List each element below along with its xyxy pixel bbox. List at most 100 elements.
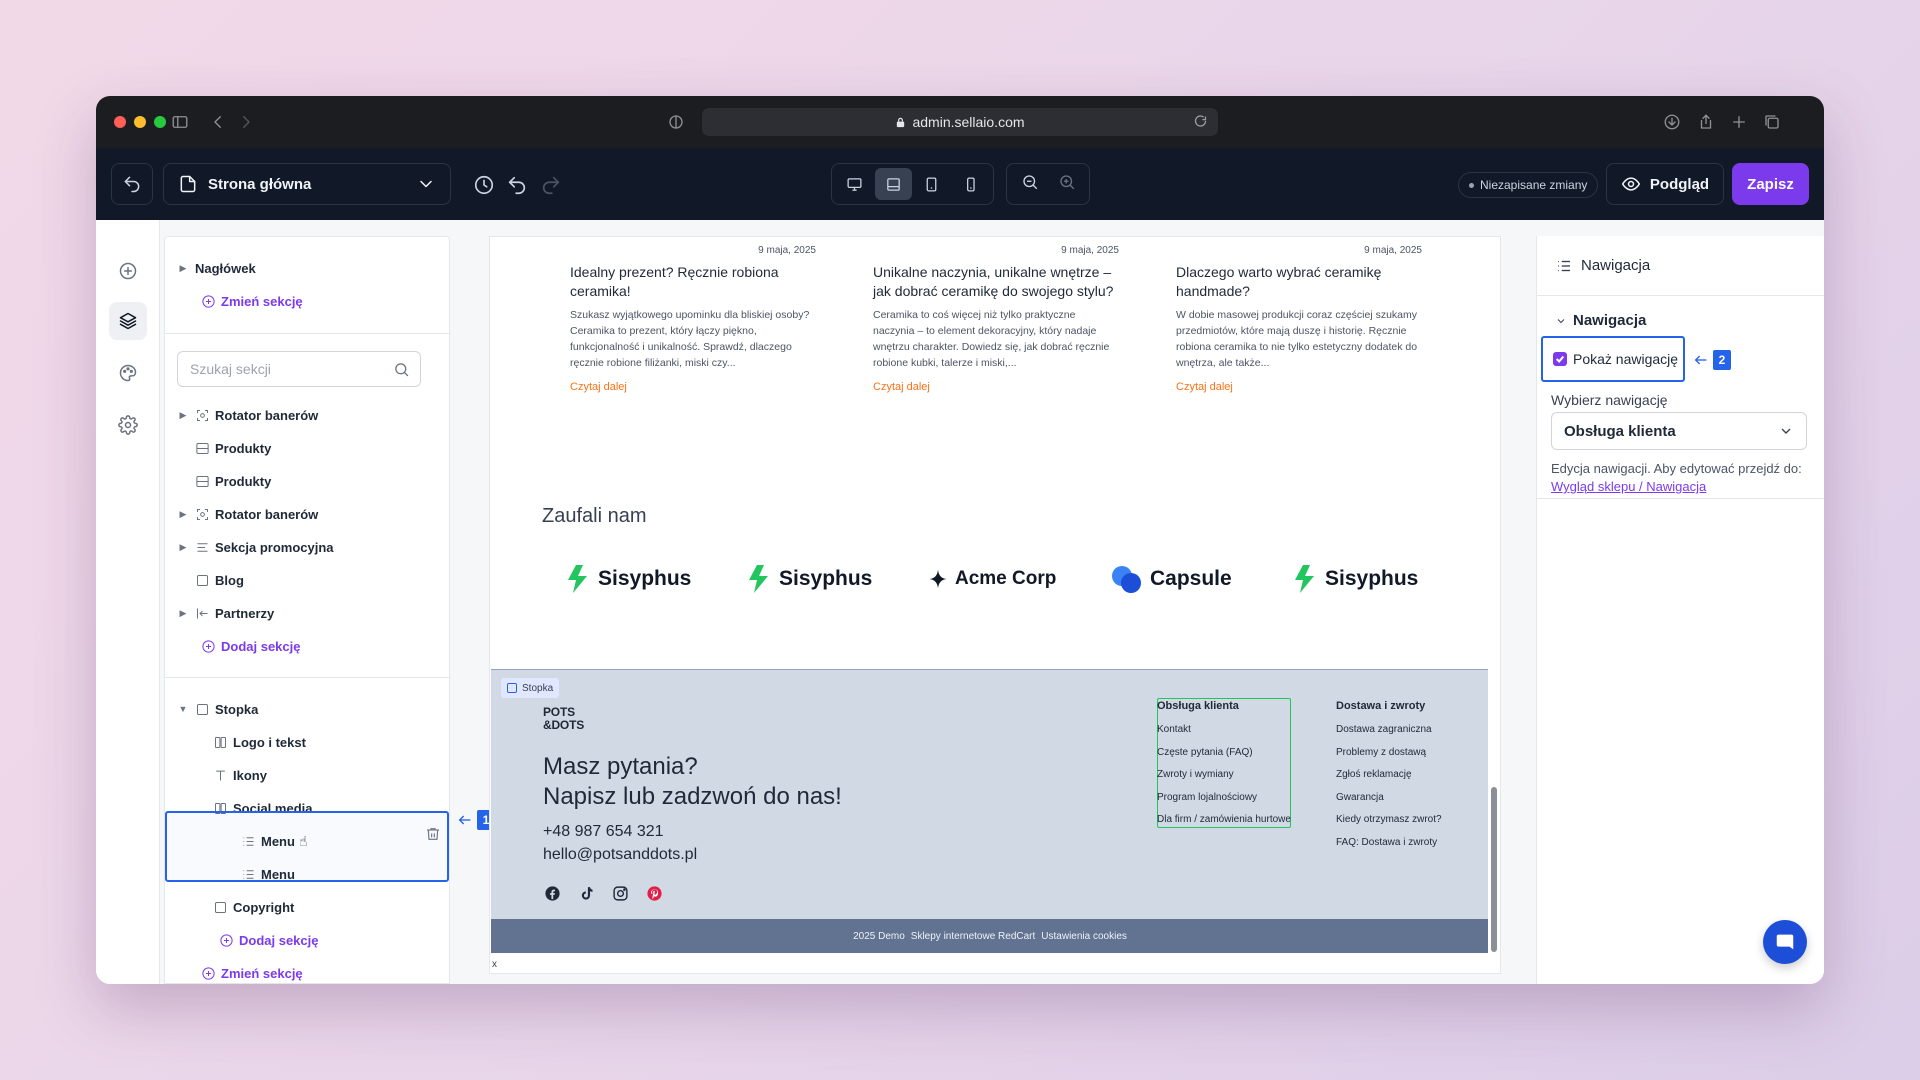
footer-link[interactable]: Dostawa zagraniczna bbox=[1336, 724, 1442, 747]
footer-link[interactable]: Kiedy otrzymasz zwrot? bbox=[1336, 814, 1442, 837]
post-title[interactable]: Idealny prezent? Ręcznie robiona ceramik… bbox=[570, 263, 816, 301]
tree-item-promo-section[interactable]: ▶ Sekcja promocyjna bbox=[177, 532, 334, 562]
scroll-thumb[interactable] bbox=[1491, 787, 1497, 952]
sidebar-toggle-icon[interactable] bbox=[168, 110, 192, 134]
zoom-out-icon[interactable] bbox=[1021, 173, 1039, 196]
add-section-link-footer[interactable]: Dodaj sekcję bbox=[213, 925, 319, 955]
minimize-window-button[interactable] bbox=[134, 116, 146, 128]
read-more-link[interactable]: Czytaj dalej bbox=[1176, 381, 1422, 393]
checkbox-label: Pokaż nawigację bbox=[1573, 351, 1679, 367]
change-section-link-footer[interactable]: Zmień sekcję bbox=[195, 958, 303, 984]
new-tab-icon[interactable] bbox=[1727, 110, 1751, 134]
read-more-link[interactable]: Czytaj dalej bbox=[570, 381, 816, 393]
preview-button[interactable]: Podgląd bbox=[1606, 163, 1724, 205]
footer-link[interactable]: Zgłoś reklamację bbox=[1336, 769, 1442, 792]
back-icon[interactable] bbox=[206, 110, 230, 134]
footer-link[interactable]: Problemy z dostawą bbox=[1336, 747, 1442, 770]
facebook-icon[interactable] bbox=[543, 884, 561, 902]
add-section-link[interactable]: Dodaj sekcję bbox=[195, 631, 301, 661]
trash-icon[interactable] bbox=[425, 826, 441, 842]
blog-post-card[interactable]: 9 maja, 2025 Unikalne naczynia, unikalne… bbox=[873, 245, 1119, 393]
exit-editor-button[interactable] bbox=[111, 163, 153, 205]
chat-button[interactable] bbox=[1763, 920, 1807, 964]
laptop-view-icon[interactable] bbox=[874, 168, 912, 200]
navigation-select[interactable]: Obsługa klienta bbox=[1551, 412, 1807, 450]
copyright-link[interactable]: Sklepy internetowe RedCart bbox=[911, 931, 1036, 942]
tree-item-partners[interactable]: ▶ Partnerzy bbox=[177, 598, 275, 628]
tree-item-icons[interactable]: Ikony bbox=[207, 760, 267, 790]
download-icon[interactable] bbox=[1660, 110, 1684, 134]
blog-post-card[interactable]: 9 maja, 2025 Idealny prezent? Ręcznie ro… bbox=[570, 245, 816, 393]
caret-right-icon[interactable]: ▶ bbox=[177, 263, 189, 274]
share-icon[interactable] bbox=[1694, 110, 1718, 134]
footer-link[interactable]: Zwroty i wymiany bbox=[1157, 769, 1291, 792]
footer-link[interactable]: Kontakt bbox=[1157, 724, 1291, 747]
post-title[interactable]: Unikalne naczynia, unikalne wnętrze – ja… bbox=[873, 263, 1119, 301]
zoom-in-icon[interactable] bbox=[1058, 173, 1076, 196]
eye-icon bbox=[1621, 177, 1641, 191]
layers-icon[interactable] bbox=[109, 302, 147, 340]
footer-link[interactable]: Gwarancja bbox=[1336, 792, 1442, 815]
instagram-icon[interactable] bbox=[611, 884, 629, 902]
footer-link[interactable]: Częste pytania (FAQ) bbox=[1157, 747, 1291, 770]
show-navigation-checkbox[interactable]: Pokaż nawigację bbox=[1541, 336, 1685, 382]
palette-icon[interactable] bbox=[109, 354, 147, 392]
blog-post-card[interactable]: 9 maja, 2025 Dlaczego warto wybrać ceram… bbox=[1176, 245, 1422, 393]
footer-link[interactable]: FAQ: Dostawa i zwroty bbox=[1336, 837, 1442, 860]
tree-item-menu-2[interactable]: Menu bbox=[235, 859, 295, 889]
tablet-view-icon[interactable] bbox=[914, 168, 951, 200]
tree-item-products-2[interactable]: Produkty bbox=[189, 466, 271, 496]
history-icon[interactable] bbox=[472, 173, 496, 197]
change-section-link[interactable]: Zmień sekcję bbox=[195, 286, 303, 316]
navigation-settings-link[interactable]: Wygląd sklepu / Nawigacja bbox=[1551, 479, 1706, 494]
page-selector[interactable]: Strona główna bbox=[163, 163, 451, 205]
address-bar[interactable]: admin.sellaio.com bbox=[702, 108, 1218, 136]
footer-section[interactable]: Stopka POTS &DOTS Masz pytania? Napisz lub… bbox=[491, 669, 1489, 952]
caret-down-icon[interactable]: ▼ bbox=[177, 704, 189, 714]
tree-item-blog[interactable]: Blog bbox=[189, 565, 244, 595]
pinterest-icon[interactable] bbox=[645, 884, 663, 902]
tree-item-menu-1[interactable]: Menu ☝ bbox=[235, 826, 307, 856]
close-mark[interactable]: x bbox=[492, 959, 497, 970]
post-date: 9 maja, 2025 bbox=[1061, 245, 1119, 256]
post-title[interactable]: Dlaczego warto wybrać ceramikę handmade? bbox=[1176, 263, 1422, 301]
chevron-down-icon bbox=[420, 180, 432, 188]
footer-link[interactable]: Program lojalnościowy bbox=[1157, 792, 1291, 815]
tree-item-header[interactable]: ▶ Nagłówek bbox=[177, 253, 256, 283]
desktop-view-icon[interactable] bbox=[836, 168, 873, 200]
close-window-button[interactable] bbox=[114, 116, 126, 128]
undo-icon[interactable] bbox=[505, 173, 529, 197]
tree-item-footer[interactable]: ▼ Stopka bbox=[177, 694, 259, 724]
settings-gear-icon[interactable] bbox=[109, 406, 147, 444]
checkbox-checked[interactable] bbox=[1553, 352, 1567, 366]
forward-icon[interactable] bbox=[234, 110, 258, 134]
tabs-overview-icon[interactable] bbox=[1760, 110, 1784, 134]
maximize-window-button[interactable] bbox=[154, 116, 166, 128]
capsule-logo-icon bbox=[1112, 566, 1141, 593]
tree-item-copyright[interactable]: Copyright bbox=[207, 892, 294, 922]
tree-item-banner-rotator[interactable]: ▶ Rotator banerów bbox=[177, 400, 319, 430]
caret-right-icon[interactable]: ▶ bbox=[177, 509, 189, 520]
tiktok-icon[interactable] bbox=[577, 884, 595, 902]
section-search-input[interactable]: Szukaj sekcji bbox=[177, 351, 421, 387]
cookie-settings-link[interactable]: Ustawienia cookies bbox=[1041, 931, 1127, 942]
caret-right-icon[interactable]: ▶ bbox=[177, 410, 189, 421]
preview-canvas[interactable]: 9 maja, 2025 Idealny prezent? Ręcznie ro… bbox=[489, 236, 1501, 974]
mobile-view-icon[interactable] bbox=[952, 168, 989, 200]
read-more-link[interactable]: Czytaj dalej bbox=[873, 381, 1119, 393]
tree-item-products[interactable]: Produkty bbox=[189, 433, 271, 463]
tree-item-banner-rotator-2[interactable]: ▶ Rotator banerów bbox=[177, 499, 319, 529]
plus-circle-icon bbox=[218, 932, 234, 948]
reload-icon[interactable] bbox=[1193, 114, 1208, 132]
navigation-section-toggle[interactable]: Nawigacja bbox=[1555, 312, 1646, 329]
redo-icon[interactable] bbox=[539, 173, 563, 197]
canvas-scrollbar[interactable] bbox=[1488, 237, 1500, 973]
footer-link[interactable]: Dla firm / zamówienia hurtowe bbox=[1157, 814, 1291, 837]
add-section-icon[interactable] bbox=[109, 252, 147, 290]
caret-right-icon[interactable]: ▶ bbox=[177, 542, 189, 553]
save-button[interactable]: Zapisz bbox=[1732, 163, 1809, 205]
caret-right-icon[interactable]: ▶ bbox=[177, 608, 189, 619]
tree-item-logo-text[interactable]: Logo i tekst bbox=[207, 727, 306, 757]
arrow-left-bar-icon bbox=[194, 605, 210, 621]
shield-icon[interactable] bbox=[664, 110, 688, 134]
